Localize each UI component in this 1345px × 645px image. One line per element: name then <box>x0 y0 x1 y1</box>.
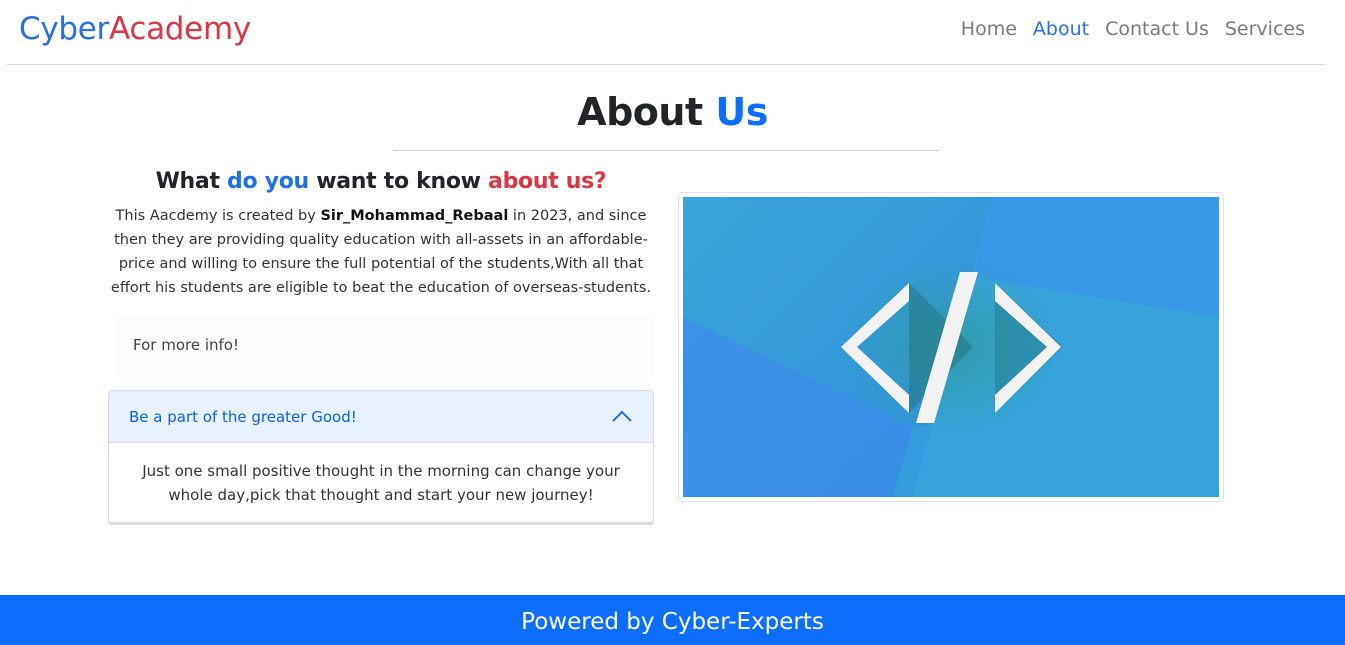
title-divider <box>393 150 939 151</box>
page-title: About Us <box>0 88 1345 136</box>
para-text-before: This Aacdemy is created by <box>115 208 316 224</box>
accordion-header-label: Be a part of the greater Good! <box>129 408 357 426</box>
accordion-body: Just one small positive thought in the m… <box>142 462 620 504</box>
chevron-up-icon <box>612 410 632 422</box>
about-image <box>678 192 1224 502</box>
about-text-section: What do you want to know about us? This … <box>108 165 654 300</box>
subheading-part3: want to know <box>316 169 481 194</box>
footer: Powered by Cyber-Experts <box>0 595 1345 645</box>
about-paragraph: This Aacdemy is created by Sir_Mohammad_… <box>108 204 654 300</box>
subheading-part4: about us? <box>488 169 607 194</box>
author-name: Sir_Mohammad_Rebaal <box>320 208 509 224</box>
page-title-part1: About <box>577 90 703 134</box>
nav-link-home[interactable]: Home <box>961 18 1017 40</box>
nav-link-services[interactable]: Services <box>1225 18 1305 40</box>
accordion-header-button[interactable]: Be a part of the greater Good! <box>109 391 653 443</box>
subheading-part1: What <box>155 169 220 194</box>
accordion: Be a part of the greater Good! Just one … <box>108 390 654 525</box>
subheading-part2: do you <box>227 169 309 194</box>
more-info-box[interactable]: For more info! <box>116 318 654 376</box>
brand-part-cyber: Cyber <box>19 11 109 47</box>
nav-link-about[interactable]: About <box>1033 18 1089 40</box>
nav-links: Home About Contact Us Services <box>961 15 1305 43</box>
brand-part-academy: Academy <box>109 11 251 47</box>
page-title-part2: Us <box>715 90 768 134</box>
about-page: CyberAcademy Home About Contact Us Servi… <box>0 0 1345 645</box>
code-brackets-icon <box>683 197 1219 497</box>
about-subheading: What do you want to know about us? <box>108 165 654 199</box>
nav-link-contact-us[interactable]: Contact Us <box>1105 18 1209 40</box>
navbar: CyberAcademy Home About Contact Us Servi… <box>7 0 1325 65</box>
more-info-label: For more info! <box>133 336 239 354</box>
footer-text: Powered by Cyber-Experts <box>521 609 824 635</box>
brand-logo[interactable]: CyberAcademy <box>19 10 251 48</box>
